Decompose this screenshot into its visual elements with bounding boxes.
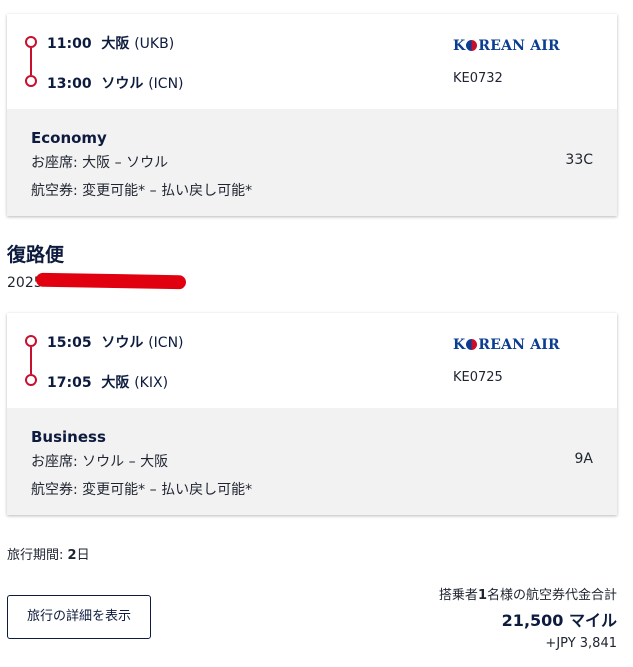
- departure-time: 15:05: [47, 335, 92, 351]
- redaction-mark: [35, 272, 187, 290]
- flight-number: KE0725: [453, 370, 503, 385]
- arrival-city: ソウル: [101, 76, 144, 92]
- outbound-itinerary: 11:00 大阪 (UKB) 13:00 ソウル (ICN) K REAN AIR…: [7, 14, 617, 109]
- ticket-rules-line: 航空券: 変更可能* – 払い戻し可能*: [31, 479, 252, 499]
- outbound-departure: 11:00 大阪 (UKB): [47, 33, 174, 53]
- total-fare-label: 搭乗者1名様の航空券代金合計: [439, 584, 617, 603]
- seat-route-line: お座席: ソウル – 大阪: [31, 451, 168, 471]
- departure-code: (ICN): [148, 335, 184, 351]
- seat-route: 大阪 – ソウル: [82, 155, 169, 171]
- total-label-suffix: 名様の航空券代金合計: [486, 588, 617, 603]
- cabin-class: Business: [31, 428, 106, 446]
- arrival-code: (ICN): [148, 76, 184, 92]
- trip-duration: 旅行期間: 2日: [7, 544, 90, 563]
- arrival-dot-icon: [25, 374, 37, 386]
- departure-city: 大阪: [101, 36, 130, 52]
- arrival-code: (KIX): [134, 375, 169, 391]
- inbound-fare-details: Business お座席: ソウル – 大阪 9A 航空券: 変更可能* – 払…: [7, 408, 617, 515]
- ticket-rules: 変更可能* – 払い戻し可能*: [82, 482, 253, 498]
- seat-label: お座席:: [31, 454, 78, 470]
- duration-unit: 日: [76, 548, 90, 563]
- korean-air-logo: K REAN AIR: [453, 337, 560, 353]
- route-line: [30, 347, 32, 374]
- taegeuk-icon: [466, 339, 478, 350]
- cabin-class: Economy: [31, 129, 107, 147]
- inbound-arrival: 17:05 大阪 (KIX): [47, 372, 168, 392]
- outbound-arrival: 13:00 ソウル (ICN): [47, 73, 184, 93]
- seat-number: 9A: [574, 451, 593, 467]
- seat-route-line: お座席: 大阪 – ソウル: [31, 152, 168, 172]
- duration-value: 2: [67, 548, 77, 563]
- departure-city: ソウル: [101, 335, 144, 351]
- inbound-flight-card: 15:05 ソウル (ICN) 17:05 大阪 (KIX) K REAN AIR…: [7, 313, 617, 515]
- departure-time: 11:00: [47, 36, 92, 52]
- ticket-rules-line: 航空券: 変更可能* – 払い戻し可能*: [31, 180, 252, 200]
- taegeuk-icon: [466, 40, 478, 51]
- korean-air-logo: K REAN AIR: [453, 38, 560, 54]
- duration-label: 旅行期間:: [7, 548, 64, 563]
- seat-route: ソウル – 大阪: [82, 454, 169, 470]
- passenger-count: 1: [477, 588, 487, 603]
- flight-number: KE0732: [453, 71, 503, 86]
- arrival-time: 13:00: [47, 76, 92, 92]
- view-trip-details-button[interactable]: 旅行の詳細を表示: [7, 595, 151, 639]
- ticket-label: 航空券:: [31, 482, 78, 498]
- seat-label: お座席:: [31, 155, 78, 171]
- arrival-time: 17:05: [47, 375, 92, 391]
- arrival-city: 大阪: [101, 375, 130, 391]
- return-flight-title: 復路便: [7, 244, 65, 266]
- ticket-rules: 変更可能* – 払い戻し可能*: [82, 183, 253, 199]
- arrival-dot-icon: [25, 75, 37, 87]
- departure-dot-icon: [25, 36, 37, 48]
- inbound-departure: 15:05 ソウル (ICN): [47, 332, 184, 352]
- departure-dot-icon: [25, 335, 37, 347]
- departure-code: (UKB): [134, 36, 175, 52]
- total-miles: 21,500 マイル: [501, 611, 617, 630]
- total-label-prefix: 搭乗者: [438, 588, 478, 603]
- total-jpy: +JPY 3,841: [545, 636, 617, 651]
- ticket-label: 航空券:: [31, 183, 78, 199]
- inbound-itinerary: 15:05 ソウル (ICN) 17:05 大阪 (KIX) K REAN AIR…: [7, 313, 617, 408]
- outbound-fare-details: Economy お座席: 大阪 – ソウル 33C 航空券: 変更可能* – 払…: [7, 109, 617, 216]
- seat-number: 33C: [565, 152, 593, 168]
- route-line: [30, 48, 32, 75]
- outbound-flight-card: 11:00 大阪 (UKB) 13:00 ソウル (ICN) K REAN AIR…: [7, 14, 617, 216]
